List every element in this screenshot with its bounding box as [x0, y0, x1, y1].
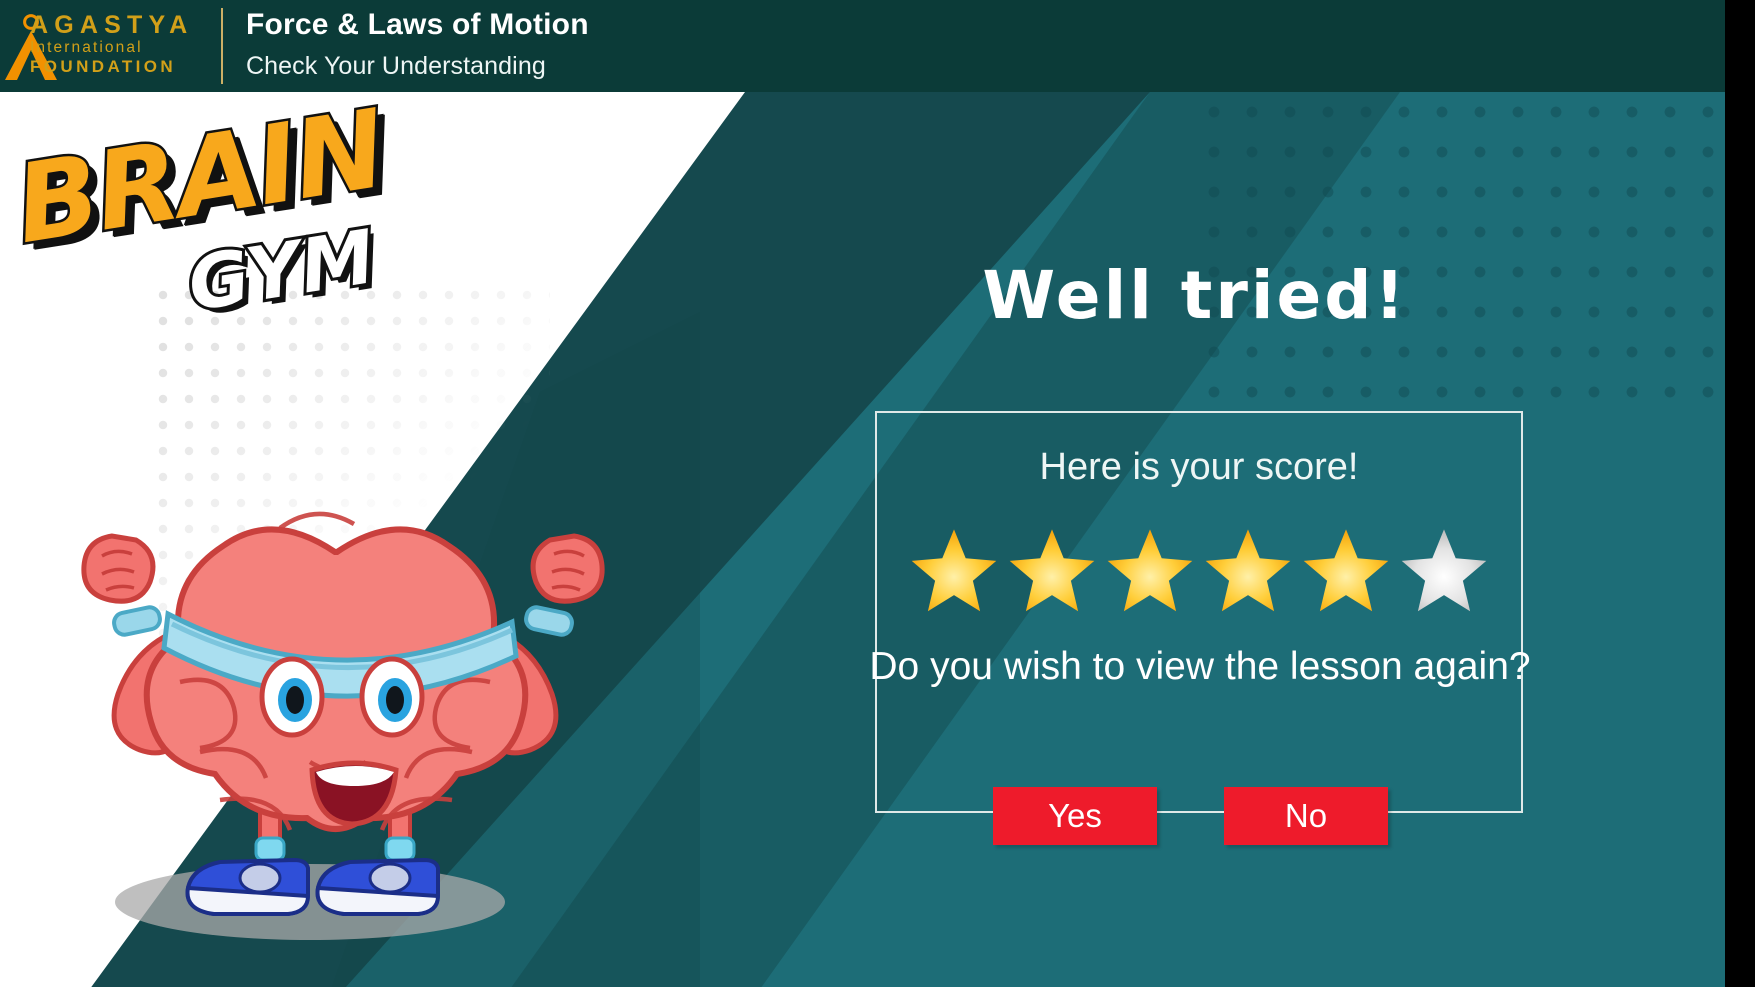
result-headline: Well tried!	[982, 257, 1408, 334]
header-divider	[221, 8, 223, 84]
page-subtitle: Check Your Understanding	[246, 52, 546, 80]
star-icon-filled-2	[1009, 529, 1095, 612]
logo-line-agastya: AGASTYA	[30, 11, 194, 39]
yes-button[interactable]: Yes	[993, 787, 1157, 845]
agastya-logo-text: AGASTYA International FOUNDATION	[30, 12, 202, 77]
slide-screen: AGASTYA International FOUNDATION Force &…	[0, 0, 1755, 987]
star-icon-filled-4	[1205, 529, 1291, 612]
star-rating	[875, 528, 1523, 612]
score-label: Here is your score!	[1039, 446, 1359, 488]
logo-line-international: International	[30, 39, 143, 56]
logo-line-foundation: FOUNDATION	[30, 57, 177, 76]
no-button[interactable]: No	[1224, 787, 1388, 845]
agastya-logo: AGASTYA International FOUNDATION	[0, 8, 200, 86]
star-icon-filled-3	[1107, 529, 1193, 612]
replay-question: Do you wish to view the lesson again?	[869, 645, 1531, 688]
star-icon-filled-1	[911, 529, 997, 612]
star-icon-filled-5	[1303, 529, 1389, 612]
page-title: Force & Laws of Motion	[246, 8, 589, 41]
slide-header: AGASTYA International FOUNDATION Force &…	[0, 0, 1755, 92]
brain-mascot-icon	[81, 511, 605, 940]
answer-buttons: Yes No	[875, 787, 1523, 847]
brain-gym-logo: BRAIN GYM	[5, 92, 490, 331]
right-black-border	[1725, 0, 1755, 987]
star-icon-empty-6	[1401, 529, 1487, 612]
slide-body: BRAIN GYM Well tried! Here is your score…	[0, 92, 1725, 987]
